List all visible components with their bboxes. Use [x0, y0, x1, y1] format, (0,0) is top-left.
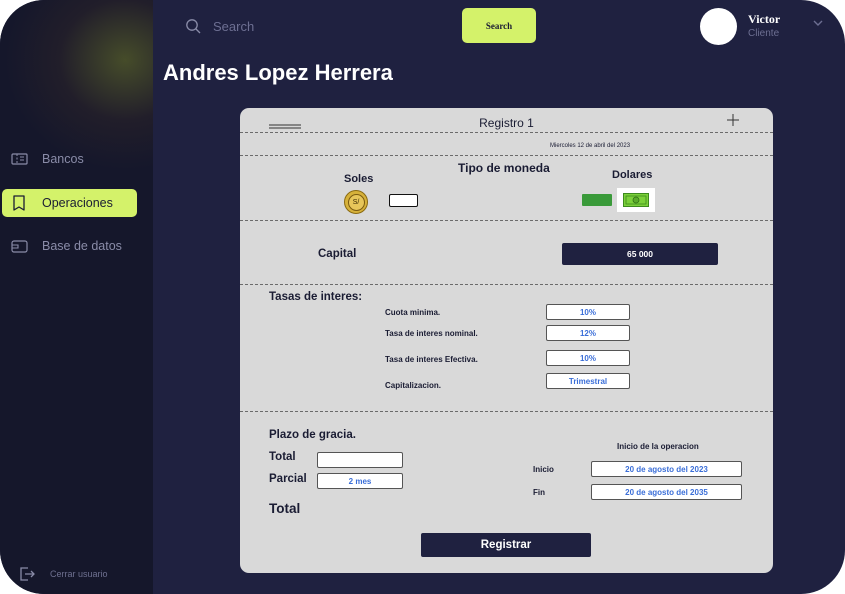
- grace-heading: Plazo de gracia.: [269, 429, 356, 441]
- search-input[interactable]: Search: [185, 18, 254, 34]
- app-window: Bancos Operaciones Base de datos Cerrar …: [0, 0, 845, 594]
- logout-button[interactable]: Cerrar usuario: [18, 566, 108, 582]
- dolares-label: Dolares: [612, 169, 653, 181]
- dollar-bill-icon[interactable]: [617, 188, 655, 212]
- grace-parcial-input[interactable]: 2 mes: [317, 473, 403, 489]
- search-icon: [185, 18, 201, 34]
- rate-value-input[interactable]: 10%: [546, 304, 630, 320]
- soles-coin-icon[interactable]: S/: [344, 190, 368, 214]
- page-title: Andres Lopez Herrera: [163, 60, 393, 85]
- grace-parcial-label: Parcial: [269, 473, 307, 485]
- rate-label: Tasa de interes Efectiva.: [385, 355, 478, 364]
- rates-heading: Tasas de interes:: [269, 291, 363, 303]
- soles-label: Soles: [344, 173, 374, 185]
- divider: [240, 284, 773, 285]
- chevron-down-icon[interactable]: [812, 14, 824, 32]
- sidebar-item-operaciones[interactable]: Operaciones: [2, 189, 137, 217]
- registrar-button[interactable]: Registrar: [421, 533, 591, 557]
- soles-toggle[interactable]: [389, 194, 418, 207]
- dolares-toggle[interactable]: [582, 194, 612, 206]
- rate-value-input[interactable]: 12%: [546, 325, 630, 341]
- user-role: Cliente: [748, 28, 780, 39]
- sidebar-item-base-de-datos[interactable]: Base de datos: [2, 232, 137, 260]
- capitalizacion-select[interactable]: Trimestral: [546, 373, 630, 389]
- logout-label: Cerrar usuario: [50, 569, 108, 579]
- fin-label: Fin: [533, 488, 545, 497]
- card-date: Miercoles 12 de abril del 2023: [550, 143, 631, 149]
- search-placeholder: Search: [213, 18, 255, 34]
- divider: [240, 411, 773, 412]
- sidebar-item-label: Base de datos: [42, 239, 122, 253]
- plus-icon[interactable]: [726, 113, 740, 132]
- rate-label: Tasa de interes nominal.: [385, 329, 478, 338]
- rate-label: Capitalizacion.: [385, 381, 442, 390]
- wallet-icon: [10, 239, 28, 253]
- card-title: Registro 1: [479, 116, 534, 130]
- capital-label: Capital: [318, 248, 357, 260]
- grace-total-label: Total: [269, 451, 296, 463]
- inicio-date-input[interactable]: 20 de agosto del 2023: [591, 461, 742, 477]
- rate-value-input[interactable]: 10%: [546, 350, 630, 366]
- soles-symbol: S/: [347, 193, 365, 211]
- inicio-label: Inicio: [533, 465, 554, 474]
- grand-total-label: Total: [269, 501, 301, 516]
- sidebar: Bancos Operaciones Base de datos Cerrar …: [0, 0, 153, 594]
- fin-date-input[interactable]: 20 de agosto del 2035: [591, 484, 742, 500]
- divider: [240, 220, 773, 221]
- avatar[interactable]: [700, 8, 737, 45]
- divider: [240, 132, 773, 133]
- registro-card: Registro 1 Miercoles 12 de abril del 202…: [240, 108, 773, 573]
- grace-total-input[interactable]: [317, 452, 403, 468]
- divider: [240, 155, 773, 156]
- rate-label: Cuota minima.: [385, 308, 441, 317]
- currency-heading: Tipo de moneda: [458, 161, 550, 175]
- user-name: Victor: [748, 12, 781, 26]
- sidebar-item-label: Bancos: [42, 152, 84, 166]
- logout-icon: [18, 566, 36, 582]
- search-button[interactable]: Search: [462, 8, 536, 43]
- operation-heading: Inicio de la operacion: [617, 442, 699, 451]
- sidebar-item-bancos[interactable]: Bancos: [2, 145, 137, 173]
- sidebar-item-label: Operaciones: [42, 196, 113, 210]
- receipt-icon: [10, 195, 28, 211]
- ticket-icon: [10, 152, 28, 166]
- capital-value[interactable]: 65 000: [562, 243, 718, 265]
